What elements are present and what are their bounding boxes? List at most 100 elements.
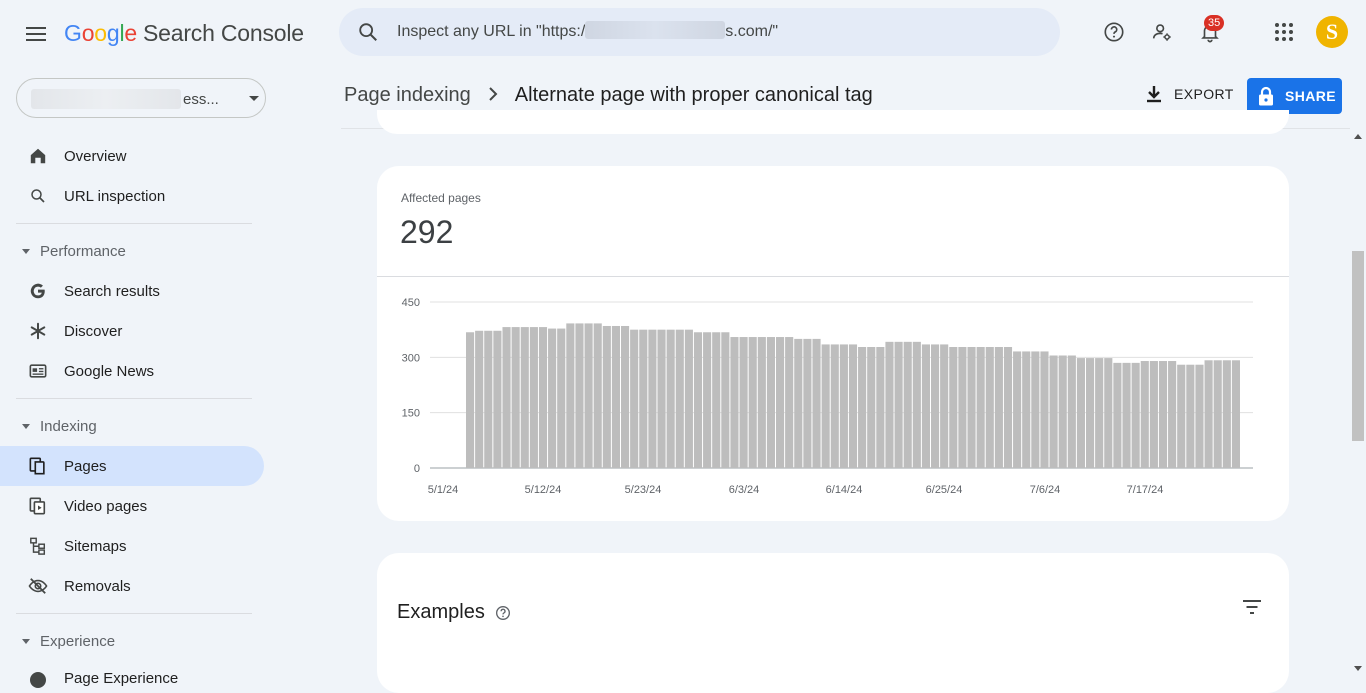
sidebar-item-pages[interactable]: Pages (0, 446, 264, 486)
chart-bar[interactable] (484, 330, 493, 468)
chart-bar[interactable] (1104, 358, 1113, 468)
chart-bar[interactable] (703, 332, 712, 468)
sidebar-item-overview[interactable]: Overview (0, 136, 264, 176)
chart-bar[interactable] (1113, 362, 1122, 468)
chart-bar[interactable] (548, 328, 557, 468)
chart-bar[interactable] (921, 344, 930, 468)
share-button[interactable]: SHARE (1247, 78, 1342, 114)
chart-bar[interactable] (1013, 351, 1022, 468)
chart-bar[interactable] (1076, 358, 1085, 468)
chart-bar[interactable] (675, 329, 684, 468)
chart-bar[interactable] (766, 337, 775, 468)
sidebar-section-experience[interactable]: Experience (0, 621, 270, 661)
url-inspect-search-bar[interactable]: Inspect any URL in "https:/ s.com/" (339, 8, 1060, 56)
export-button[interactable]: EXPORT (1144, 84, 1234, 104)
chart-bar[interactable] (803, 338, 812, 468)
user-settings-icon[interactable] (1150, 20, 1174, 44)
account-avatar[interactable]: S (1316, 16, 1348, 48)
search-input[interactable]: Inspect any URL in "https:/ s.com/" (397, 21, 778, 41)
chart-bar[interactable] (976, 347, 985, 468)
chart-bar[interactable] (1222, 360, 1231, 468)
sidebar-item-google-news[interactable]: Google News (0, 351, 264, 391)
chart-bar[interactable] (557, 328, 566, 468)
chart-bar[interactable] (621, 325, 630, 468)
chart-bar[interactable] (994, 347, 1003, 468)
chart-bar[interactable] (639, 329, 648, 468)
sidebar-item-removals[interactable]: Removals (0, 566, 264, 606)
chart-bar[interactable] (848, 344, 858, 468)
chart-bar[interactable] (466, 332, 475, 468)
chart-bar[interactable] (475, 330, 484, 468)
chart-bar[interactable] (1149, 361, 1158, 468)
sidebar-item-search-results[interactable]: Search results (0, 271, 264, 311)
chart-bar[interactable] (611, 325, 620, 468)
chart-bar[interactable] (812, 338, 821, 468)
scroll-up-arrow-icon[interactable] (1354, 134, 1362, 139)
chart-bar[interactable] (912, 341, 921, 468)
main-menu-icon[interactable] (24, 22, 48, 46)
chart-bar[interactable] (1031, 351, 1040, 468)
chart-bar[interactable] (657, 329, 666, 468)
sidebar-section-performance[interactable]: Performance (0, 231, 270, 271)
chart-bar[interactable] (493, 330, 502, 468)
chart-bar[interactable] (1204, 360, 1213, 468)
chart-bar[interactable] (1213, 360, 1222, 468)
chart-bar[interactable] (949, 347, 958, 468)
apps-grid-icon[interactable] (1272, 20, 1296, 44)
chart-bar[interactable] (693, 332, 703, 468)
chart-bar[interactable] (520, 327, 529, 468)
chart-bar[interactable] (931, 344, 940, 468)
sidebar-item-discover[interactable]: Discover (0, 311, 264, 351)
chart-bar[interactable] (958, 347, 967, 468)
scroll-down-arrow-icon[interactable] (1354, 666, 1362, 671)
chart-bar[interactable] (967, 347, 976, 468)
help-icon[interactable] (1102, 20, 1126, 44)
chart-bar[interactable] (502, 327, 511, 468)
chart-bar[interactable] (1022, 351, 1031, 468)
sidebar-item-url-inspection[interactable]: URL inspection (0, 176, 264, 216)
chart-bar[interactable] (538, 327, 548, 468)
chart-bar[interactable] (1067, 355, 1076, 468)
chart-bar[interactable] (821, 344, 830, 468)
filter-icon[interactable] (1242, 599, 1262, 620)
chart-bar[interactable] (757, 337, 766, 468)
chart-bar[interactable] (858, 347, 867, 468)
chart-bar[interactable] (867, 347, 876, 468)
chart-bar[interactable] (575, 323, 584, 468)
chart-bar[interactable] (684, 329, 693, 468)
chart-bar[interactable] (602, 325, 611, 468)
chart-bar[interactable] (1095, 358, 1104, 468)
chart-bar[interactable] (1231, 360, 1240, 468)
chart-bar[interactable] (776, 337, 785, 468)
chart-bar[interactable] (1195, 364, 1204, 468)
chart-bar[interactable] (885, 341, 894, 468)
chart-bar[interactable] (1049, 355, 1058, 468)
chart-bar[interactable] (1122, 362, 1131, 468)
chart-bar[interactable] (593, 323, 602, 468)
chart-bar[interactable] (1158, 361, 1168, 468)
sidebar-item-sitemaps[interactable]: Sitemaps (0, 526, 264, 566)
property-selector[interactable]: ess... (16, 78, 266, 118)
chart-bar[interactable] (511, 327, 520, 468)
chart-bar[interactable] (1177, 364, 1186, 468)
chart-bar[interactable] (721, 332, 730, 468)
chart-bar[interactable] (940, 344, 949, 468)
chart-bar[interactable] (876, 347, 885, 468)
chart-bar[interactable] (1140, 361, 1149, 468)
page-scrollbar[interactable] (1350, 128, 1366, 679)
chart-bar[interactable] (584, 323, 593, 468)
chart-bar[interactable] (1131, 362, 1140, 468)
scrollbar-thumb[interactable] (1352, 251, 1364, 441)
chart-bar[interactable] (985, 347, 994, 468)
chart-bar[interactable] (739, 337, 748, 468)
chart-bar[interactable] (748, 337, 757, 468)
chart-bar[interactable] (903, 341, 912, 468)
chart-bar[interactable] (1003, 347, 1013, 468)
breadcrumb-parent[interactable]: Page indexing (344, 84, 471, 107)
chart-bar[interactable] (1040, 351, 1049, 468)
sidebar-section-indexing[interactable]: Indexing (0, 406, 270, 446)
chart-bar[interactable] (529, 327, 538, 468)
chart-bar[interactable] (830, 344, 839, 468)
chart-bar[interactable] (730, 337, 739, 468)
chart-bar[interactable] (1186, 364, 1195, 468)
